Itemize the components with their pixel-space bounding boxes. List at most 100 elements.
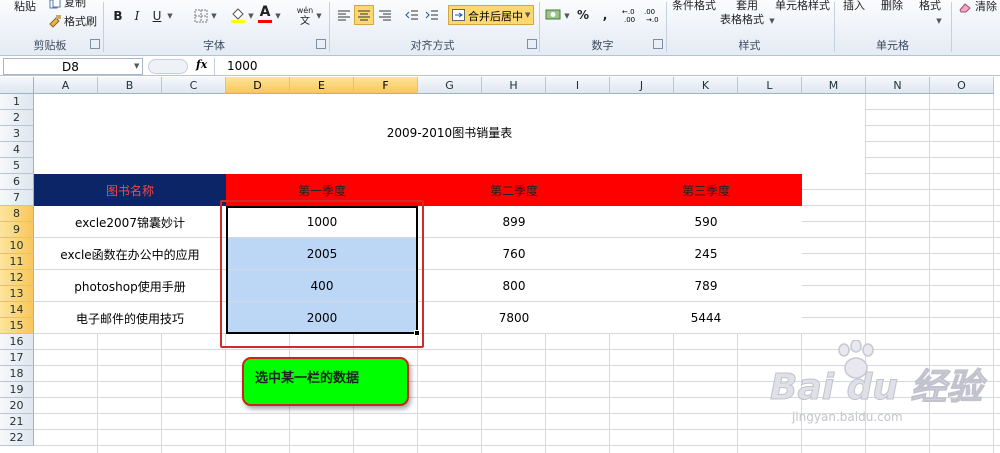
delete-button[interactable]: 删除: [881, 0, 903, 13]
q2-cell[interactable]: 7800: [418, 302, 610, 334]
increase-indent-icon[interactable]: [424, 7, 440, 23]
name-box-dropdown-icon[interactable]: ▼: [134, 62, 139, 70]
format-table-button[interactable]: 套用: [736, 0, 758, 13]
column-header-b[interactable]: B: [98, 77, 162, 94]
book-name-cell[interactable]: excle函数在办公中的应用: [34, 238, 226, 270]
column-header-h[interactable]: H: [482, 77, 546, 94]
select-all-corner[interactable]: [0, 77, 34, 94]
insert-function-button[interactable]: fx: [196, 58, 210, 75]
clipboard-launcher-icon[interactable]: [90, 39, 100, 49]
row-header-8[interactable]: 8: [0, 206, 34, 222]
row-header-20[interactable]: 20: [0, 398, 34, 414]
row-header-13[interactable]: 13: [0, 286, 34, 302]
align-right-icon[interactable]: [377, 7, 393, 23]
bold-button[interactable]: B: [111, 8, 125, 24]
row-header-6[interactable]: 6: [0, 174, 34, 190]
format-table-dropdown-icon[interactable]: ▼: [768, 14, 776, 28]
row-header-7[interactable]: 7: [0, 190, 34, 206]
q2-cell[interactable]: 760: [418, 238, 610, 270]
header-book-name[interactable]: 图书名称: [34, 174, 226, 206]
column-header-o[interactable]: O: [930, 77, 994, 94]
header-q3[interactable]: 第三季度: [610, 174, 802, 206]
row-header-10[interactable]: 10: [0, 238, 34, 254]
font-color-button[interactable]: A: [258, 4, 272, 20]
column-header-i[interactable]: I: [546, 77, 610, 94]
row-header-1[interactable]: 1: [0, 94, 34, 110]
phonetic-char-icon[interactable]: 文: [296, 14, 314, 27]
format-painter-icon[interactable]: [48, 14, 62, 28]
q3-cell[interactable]: 789: [610, 270, 802, 302]
column-header-d[interactable]: D: [226, 77, 290, 94]
merge-dropdown-icon[interactable]: ▼: [525, 11, 530, 19]
column-header-f[interactable]: F: [354, 77, 418, 94]
decrease-decimal-icon[interactable]: .00 →.0: [644, 6, 664, 24]
underline-button[interactable]: U: [150, 8, 164, 24]
name-box[interactable]: D8 ▼: [3, 58, 143, 75]
cell-styles-button[interactable]: 单元格样式: [775, 0, 830, 13]
column-header-j[interactable]: J: [610, 77, 674, 94]
decrease-indent-icon[interactable]: [404, 7, 420, 23]
q3-cell[interactable]: 245: [610, 238, 802, 270]
merge-center-button[interactable]: 合并后居中 ▼: [448, 5, 534, 25]
book-name-cell[interactable]: excle2007锦囊妙计: [34, 206, 226, 238]
row-header-17[interactable]: 17: [0, 350, 34, 366]
currency-icon[interactable]: [544, 6, 562, 24]
number-launcher-icon[interactable]: [653, 39, 663, 49]
align-center-icon[interactable]: [354, 5, 374, 25]
format-button[interactable]: 格式: [919, 0, 941, 13]
q3-cell[interactable]: 5444: [610, 302, 802, 334]
row-header-15[interactable]: 15: [0, 318, 34, 334]
book-name-cell[interactable]: photoshop使用手册: [34, 270, 226, 302]
italic-button[interactable]: I: [130, 8, 144, 24]
align-left-icon[interactable]: [336, 7, 352, 23]
column-header-c[interactable]: C: [162, 77, 226, 94]
row-header-9[interactable]: 9: [0, 222, 34, 238]
copy-button[interactable]: 复制: [64, 0, 86, 10]
q2-cell[interactable]: 800: [418, 270, 610, 302]
q2-cell[interactable]: 899: [418, 206, 610, 238]
clear-button[interactable]: 清除: [975, 0, 997, 14]
row-header-5[interactable]: 5: [0, 158, 34, 174]
header-q2[interactable]: 第二季度: [418, 174, 610, 206]
underline-dropdown-icon[interactable]: ▼: [166, 8, 174, 24]
row-header-21[interactable]: 21: [0, 414, 34, 430]
copy-icon[interactable]: [48, 0, 62, 10]
column-header-m[interactable]: M: [802, 77, 866, 94]
sheet-title[interactable]: 2009-2010图书销量表: [34, 120, 865, 144]
formula-bar-toggle[interactable]: [148, 59, 188, 74]
q3-cell[interactable]: 590: [610, 206, 802, 238]
increase-decimal-icon[interactable]: ←.0.00: [622, 6, 642, 24]
currency-dropdown-icon[interactable]: ▼: [563, 8, 571, 24]
book-name-cell[interactable]: 电子邮件的使用技巧: [34, 302, 226, 334]
row-header-11[interactable]: 11: [0, 254, 34, 270]
borders-icon[interactable]: [193, 8, 209, 24]
row-header-2[interactable]: 2: [0, 110, 34, 126]
row-header-4[interactable]: 4: [0, 142, 34, 158]
column-header-a[interactable]: A: [34, 77, 98, 94]
column-header-l[interactable]: L: [738, 77, 802, 94]
row-header-18[interactable]: 18: [0, 366, 34, 382]
formula-input[interactable]: 1000: [214, 58, 1000, 75]
format-table-label[interactable]: 表格格式: [720, 13, 764, 27]
row-header-16[interactable]: 16: [0, 334, 34, 350]
fill-color-icon[interactable]: [230, 6, 246, 24]
font-launcher-icon[interactable]: [316, 39, 326, 49]
column-header-n[interactable]: N: [866, 77, 930, 94]
column-header-k[interactable]: K: [674, 77, 738, 94]
row-header-14[interactable]: 14: [0, 302, 34, 318]
alignment-launcher-icon[interactable]: [527, 39, 537, 49]
insert-button[interactable]: 插入: [843, 0, 865, 13]
row-header-12[interactable]: 12: [0, 270, 34, 286]
column-header-g[interactable]: G: [418, 77, 482, 94]
font-color-dropdown-icon[interactable]: ▼: [274, 8, 282, 24]
fill-color-dropdown-icon[interactable]: ▼: [247, 8, 255, 24]
format-painter-button[interactable]: 格式刷: [64, 15, 97, 29]
paste-button[interactable]: 粘贴: [14, 0, 36, 14]
eraser-icon[interactable]: [958, 0, 972, 14]
row-header-22[interactable]: 22: [0, 430, 34, 446]
format-dropdown-icon[interactable]: ▼: [935, 14, 943, 28]
borders-dropdown-icon[interactable]: ▼: [210, 8, 218, 24]
percent-button[interactable]: %: [576, 7, 590, 23]
row-header-19[interactable]: 19: [0, 382, 34, 398]
phonetic-dropdown-icon[interactable]: ▼: [315, 8, 323, 24]
